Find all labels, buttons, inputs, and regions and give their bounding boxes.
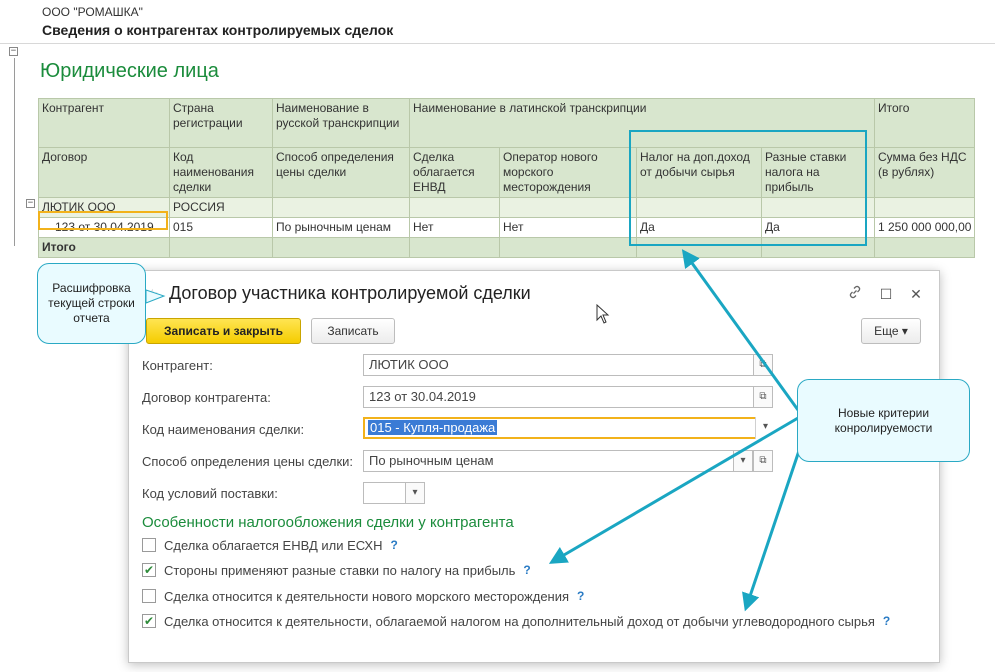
cell-sum[interactable]: 1 250 000 000,00: [873, 217, 976, 238]
delivery-code-label: Код условий поставки:: [142, 486, 278, 501]
col-header-contract: Договор: [38, 147, 170, 198]
new-criteria-highlight: [629, 130, 867, 246]
open-counterparty-icon[interactable]: ⧉: [753, 354, 773, 376]
help-diff-rates-icon[interactable]: ?: [523, 563, 530, 577]
check-extra-tax-label: Сделка относится к деятельности, облагае…: [164, 613, 875, 629]
col-header-counterparty: Контрагент: [38, 98, 170, 148]
delivery-code-dropdown-icon[interactable]: ▾: [405, 482, 425, 504]
delivery-code-field[interactable]: ▾: [363, 482, 425, 504]
organization-name: ООО "РОМАШКА": [42, 5, 143, 19]
price-method-value: По рыночным ценам: [369, 453, 494, 468]
open-contract-icon[interactable]: ⧉: [753, 386, 773, 408]
deal-code-dropdown-icon[interactable]: ▾: [755, 417, 775, 439]
help-envd-icon[interactable]: ?: [391, 538, 398, 552]
cell-sea-operator[interactable]: Нет: [499, 217, 637, 238]
deal-code-label: Код наименования сделки:: [142, 422, 305, 437]
collapse-group-icon[interactable]: −: [26, 199, 35, 208]
report-separator: [0, 43, 995, 44]
open-price-method-icon[interactable]: ⧉: [753, 450, 773, 472]
contract-label: Договор контрагента:: [142, 390, 271, 405]
price-method-field[interactable]: По рыночным ценам ▾ ⧉: [363, 450, 773, 472]
check-envd[interactable]: Сделка облагается ЕНВД или ЕСХН ?: [142, 536, 398, 554]
col-header-envd: Сделка облагается ЕНВД: [409, 147, 500, 198]
col-header-country: Страна регистрации: [169, 98, 273, 148]
group-line: [14, 58, 15, 246]
help-sea-field-icon[interactable]: ?: [577, 589, 584, 603]
help-extra-tax-icon[interactable]: ?: [883, 614, 890, 628]
col-header-price-method: Способ определения цены сделки: [272, 147, 410, 198]
contract-dialog[interactable]: ☆ Договор участника контролируемой сделк…: [128, 270, 940, 663]
col-header-sea-operator: Оператор нового морского месторождения: [499, 147, 637, 198]
checkbox-extra-tax[interactable]: ✔: [142, 614, 156, 628]
close-icon[interactable]: ✕: [906, 284, 926, 304]
counterparty-value: ЛЮТИК ООО: [369, 357, 449, 372]
save-and-close-button[interactable]: Записать и закрыть: [146, 318, 301, 344]
mouse-cursor-icon: [596, 304, 610, 324]
deal-code-field[interactable]: 015 - Купля-продажа ▾: [363, 417, 775, 439]
section-title: Юридические лица: [40, 60, 219, 82]
callout-report-row: Расшифровка текущей строки отчета: [37, 263, 146, 344]
group-country: РОССИЯ: [169, 197, 273, 218]
tax-section-title: Особенности налогообложения сделки у кон…: [142, 514, 514, 531]
dialog-title: Договор участника контролируемой сделки: [169, 283, 531, 303]
check-diff-rates-label: Стороны применяют разные ставки по налог…: [164, 562, 516, 578]
cell-deal-code[interactable]: 015: [169, 217, 273, 238]
contract-value: 123 от 30.04.2019: [369, 389, 476, 404]
link-icon[interactable]: [845, 284, 865, 304]
price-method-label: Способ определения цены сделки:: [142, 454, 354, 469]
counterparty-field[interactable]: ЛЮТИК ООО ⧉: [363, 354, 773, 376]
col-header-deal-code: Код наименования сделки: [169, 147, 273, 198]
check-diff-rates[interactable]: ✔ Стороны применяют разные ставки по нал…: [142, 561, 531, 579]
more-button[interactable]: Еще ▾: [861, 318, 921, 344]
maximize-icon[interactable]: ☐: [876, 284, 896, 304]
deal-code-value: 015 - Купля-продажа: [368, 420, 498, 435]
cell-price-method[interactable]: По рыночным ценам: [272, 217, 410, 238]
price-method-dropdown-icon[interactable]: ▾: [733, 450, 753, 472]
cell-envd[interactable]: Нет: [409, 217, 500, 238]
callout-new-criteria: Новые критерии конролируемости: [797, 379, 970, 462]
check-extra-tax[interactable]: ✔ Сделка относится к деятельности, облаг…: [142, 612, 890, 630]
checkbox-sea-field[interactable]: [142, 589, 156, 603]
report-title: Сведения о контрагентах контролируемых с…: [42, 22, 394, 38]
total-label: Итого: [38, 237, 170, 258]
col-header-rus-name: Наименование в русской транскрипции: [272, 98, 410, 148]
favorite-star-icon[interactable]: ☆: [146, 286, 159, 303]
check-sea-field[interactable]: Сделка относится к деятельности нового м…: [142, 587, 584, 605]
counterparty-label: Контрагент:: [142, 358, 213, 373]
col-header-sum: Сумма без НДС (в рублях): [873, 147, 976, 198]
current-cell-highlight: [38, 211, 168, 230]
contract-field[interactable]: 123 от 30.04.2019 ⧉: [363, 386, 773, 408]
checkbox-diff-rates[interactable]: ✔: [142, 563, 156, 577]
save-button[interactable]: Записать: [311, 318, 395, 344]
col-header-total: Итого: [873, 98, 976, 148]
check-sea-field-label: Сделка относится к деятельности нового м…: [164, 588, 570, 604]
checkbox-envd[interactable]: [142, 538, 156, 552]
collapse-section-icon[interactable]: −: [9, 47, 18, 56]
check-envd-label: Сделка облагается ЕНВД или ЕСХН: [164, 537, 383, 553]
